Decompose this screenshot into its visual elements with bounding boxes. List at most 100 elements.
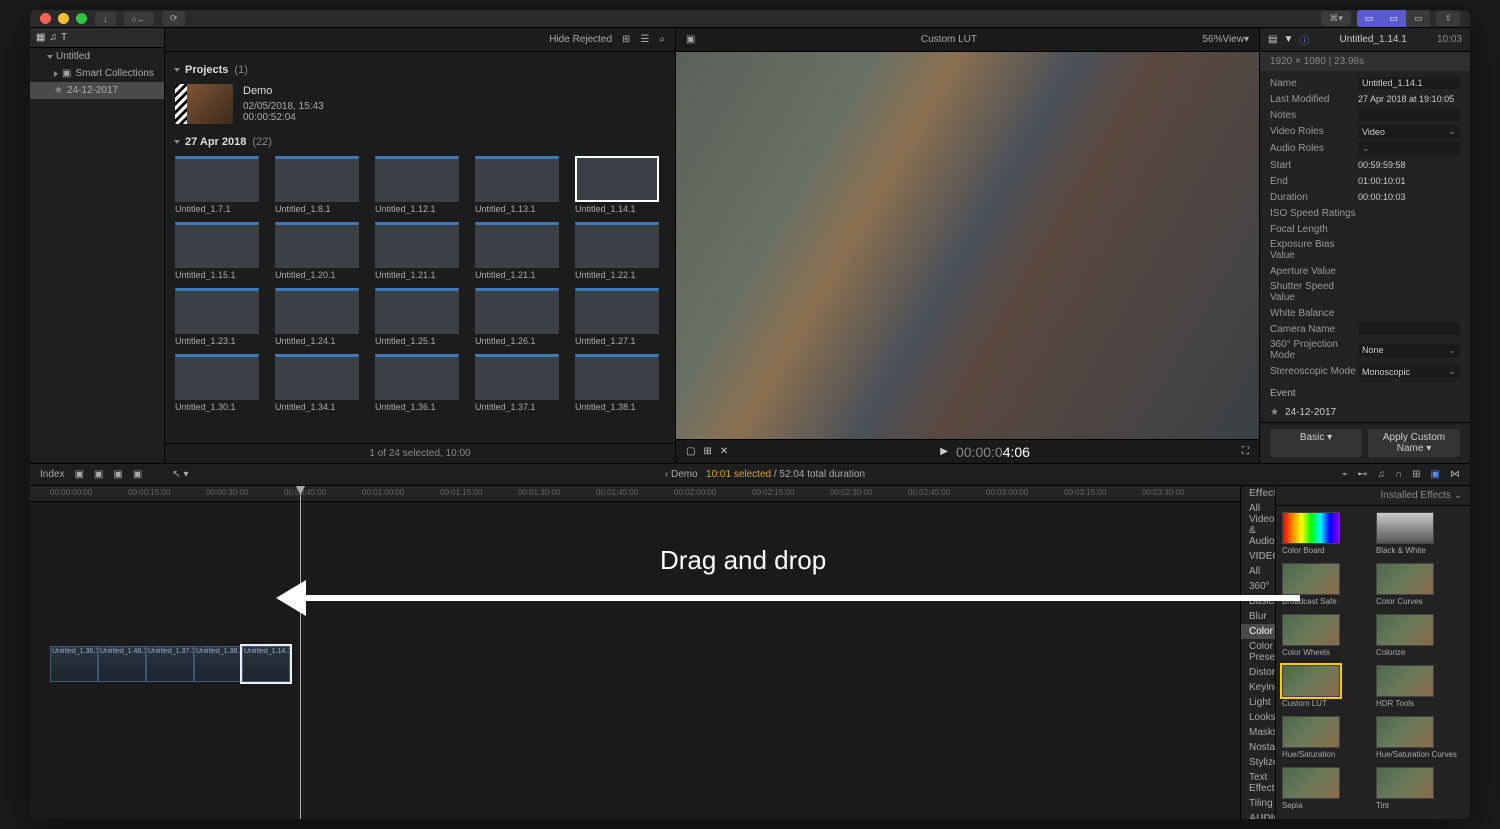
clip-item[interactable]: Untitled_1.21.1 [375, 222, 459, 280]
index-button[interactable]: Index [40, 469, 64, 480]
effects-category[interactable]: Color [1241, 624, 1275, 639]
timeline-tool-1[interactable]: ▣ [74, 469, 83, 480]
clip-item[interactable]: Untitled_1.34.1 [275, 354, 359, 412]
filter-button[interactable]: ☰ [640, 34, 649, 45]
maximize-button[interactable] [76, 13, 87, 24]
clip-item[interactable]: Untitled_1.25.1 [375, 288, 459, 346]
hide-rejected-toggle[interactable]: Hide Rejected [549, 34, 612, 45]
timeline-settings-button[interactable]: ⊞ [1412, 469, 1420, 480]
workspace-2[interactable]: ▭ [1381, 10, 1406, 27]
effects-category[interactable]: Stylize [1241, 755, 1275, 770]
effect-item[interactable]: Color Wheels [1282, 614, 1370, 657]
effects-category[interactable]: Light [1241, 695, 1275, 710]
effect-item[interactable]: Black & White [1376, 512, 1464, 555]
timeline-clip[interactable]: Untitled_1.14.1 [242, 646, 290, 682]
clip-item[interactable]: Untitled_1.23.1 [175, 288, 259, 346]
clip-item[interactable]: Untitled_1.20.1 [275, 222, 359, 280]
clip-item[interactable]: Untitled_1.8.1 [275, 156, 359, 214]
effect-item[interactable]: Custom LUT [1282, 665, 1370, 708]
clip-appearance-button[interactable]: ⊞ [622, 34, 630, 45]
workspace-3[interactable]: ▭ [1406, 10, 1431, 27]
timeline-back-button[interactable]: ‹ [665, 469, 668, 480]
share-button[interactable]: ⇪ [1436, 11, 1460, 26]
clip-item[interactable]: Untitled_1.22.1 [575, 222, 659, 280]
clip-item[interactable]: Untitled_1.30.1 [175, 354, 259, 412]
clip-item[interactable]: Untitled_1.37.1 [475, 354, 559, 412]
viewer-canvas[interactable] [676, 52, 1259, 439]
inspector-field-value[interactable] [1358, 109, 1460, 121]
effects-category[interactable]: Masks [1241, 725, 1275, 740]
effects-category[interactable]: Keying [1241, 680, 1275, 695]
background-tasks-button[interactable]: ⟳ [162, 11, 186, 26]
clip-item[interactable]: Untitled_1.38.1 [575, 354, 659, 412]
inspector-event[interactable]: ★ 24-12-2017 [1260, 403, 1470, 422]
inspector-tab-1[interactable]: ▤ [1268, 34, 1277, 45]
tool-button[interactable]: ○← [124, 12, 154, 26]
effects-browser-button[interactable]: ▣ [1431, 469, 1440, 480]
inspector-field-value[interactable]: None [1358, 344, 1460, 357]
transitions-browser-button[interactable]: ⋈ [1450, 469, 1460, 480]
inspector-field-value[interactable] [1358, 323, 1460, 335]
zoom-level[interactable]: 56% [1202, 34, 1222, 45]
clip-item[interactable]: Untitled_1.36.1 [375, 354, 459, 412]
inspector-field-value[interactable]: Untitled_1.14.1 [1358, 77, 1460, 89]
view-menu[interactable]: View [1222, 34, 1244, 45]
clip-item[interactable]: Untitled_1.7.1 [175, 156, 259, 214]
event-item[interactable]: ★ 24-12-2017 [30, 82, 164, 99]
timeline-ruler[interactable]: 00:00:00:0000:00:15:0000:00:30:0000:00:4… [30, 486, 1240, 502]
snapping-button[interactable]: ⌁ [1341, 469, 1347, 480]
projects-section-header[interactable]: Projects (1) [175, 64, 665, 76]
effect-item[interactable]: Colorize [1376, 614, 1464, 657]
effect-item[interactable]: Sepia [1282, 767, 1370, 810]
effect-item[interactable]: Broadcast Safe [1282, 563, 1370, 606]
library-item[interactable]: Untitled [30, 48, 164, 65]
solo-button[interactable]: ∩ [1395, 469, 1402, 480]
skimming-button[interactable]: ⊷ [1357, 469, 1367, 480]
clip-item[interactable]: Untitled_1.27.1 [575, 288, 659, 346]
library-icon[interactable]: ▦ [36, 32, 45, 43]
clip-item[interactable]: Untitled_1.24.1 [275, 288, 359, 346]
clip-item[interactable]: Untitled_1.12.1 [375, 156, 459, 214]
close-button[interactable] [40, 13, 51, 24]
basic-view-button[interactable]: Basic ▾ [1270, 429, 1362, 457]
effects-header[interactable]: Installed Effects ⌄ [1276, 486, 1470, 506]
effects-category[interactable]: Blur [1241, 609, 1275, 624]
view-dropdown-icon[interactable]: ▾ [1244, 34, 1249, 45]
search-icon[interactable]: ⌕ [659, 34, 665, 45]
inspector-field-value[interactable]: Monoscopic [1358, 365, 1460, 378]
viewer-tool-1[interactable]: ▢ [686, 446, 695, 457]
effects-category[interactable]: Distortion [1241, 665, 1275, 680]
workspace-1[interactable]: ▭ [1357, 10, 1382, 27]
titles-icon[interactable]: T [61, 32, 67, 43]
timeline-clip[interactable]: Untitled_1.46.1 [98, 646, 146, 682]
timeline-clip[interactable]: Untitled_1.38.1 [194, 646, 242, 682]
effects-category[interactable]: Tiling [1241, 796, 1275, 811]
viewer-tool-2[interactable]: ⊞ [703, 446, 711, 457]
inspector-field-value[interactable] [1358, 142, 1460, 155]
photos-icon[interactable]: ♫ [49, 32, 57, 43]
inspector-tab-2[interactable]: ▼ [1283, 34, 1293, 45]
playhead[interactable] [300, 486, 301, 819]
effect-item[interactable]: Tint [1376, 767, 1464, 810]
effects-category[interactable]: Nostalgia [1241, 740, 1275, 755]
clip-item[interactable]: Untitled_1.26.1 [475, 288, 559, 346]
timeline-tool-2[interactable]: ▣ [94, 469, 103, 480]
inspector-field-value[interactable]: Video [1358, 125, 1460, 138]
smart-collections-item[interactable]: ▣ Smart Collections [30, 65, 164, 82]
clip-item[interactable]: Untitled_1.14.1 [575, 156, 659, 214]
inspector-tab-info[interactable]: ⓘ [1299, 32, 1309, 47]
import-button[interactable]: ↓ [95, 12, 116, 26]
clip-item[interactable]: Untitled_1.21.1 [475, 222, 559, 280]
clip-item[interactable]: Untitled_1.13.1 [475, 156, 559, 214]
timeline-tool-4[interactable]: ▣ [133, 469, 142, 480]
timeline-clip[interactable]: Untitled_1.36.1 [50, 646, 98, 682]
effects-category[interactable]: All [1241, 564, 1275, 579]
effects-category[interactable]: 360° [1241, 579, 1275, 594]
apply-custom-name-button[interactable]: Apply Custom Name ▾ [1368, 429, 1460, 457]
workspace-segments[interactable]: ▭ ▭ ▭ [1357, 10, 1431, 27]
event-section-header[interactable]: 27 Apr 2018 (22) [175, 136, 665, 148]
effect-item[interactable]: Hue/Saturation [1282, 716, 1370, 759]
effects-category[interactable]: All Video & Audio [1241, 501, 1275, 549]
fullscreen-button[interactable]: ⛶ [1242, 446, 1249, 457]
effects-category[interactable]: Color Presets [1241, 639, 1275, 665]
